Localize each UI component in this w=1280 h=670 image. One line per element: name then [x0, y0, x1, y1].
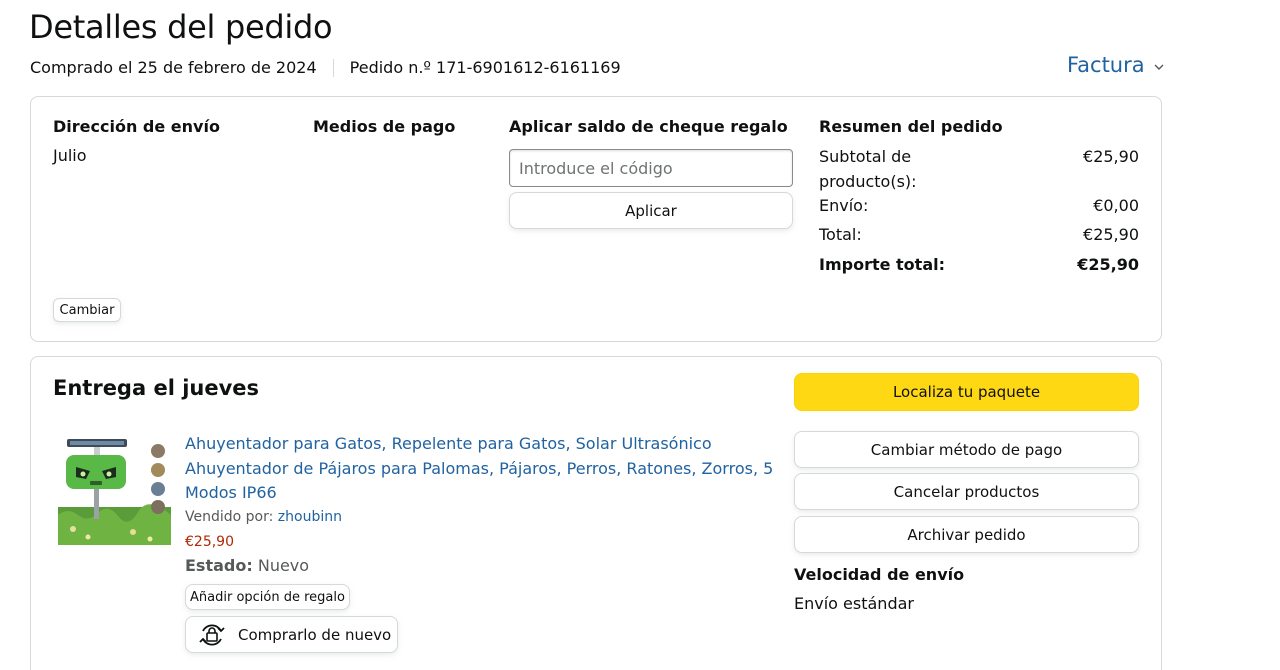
summary-value: €25,90 [1083, 225, 1139, 244]
shipping-speed-value: Envío estándar [794, 594, 914, 613]
product-price: €25,90 [185, 534, 234, 550]
summary-label: Envío: [819, 196, 869, 215]
shipping-name: Julio [53, 146, 87, 165]
summary-label: Importe total: [819, 255, 945, 274]
meta-divider [332, 58, 334, 77]
condition-value: Nuevo [257, 556, 310, 575]
delivery-title: Entrega el jueves [53, 376, 260, 400]
cancel-items-button[interactable]: Cancelar productos [794, 473, 1139, 510]
buy-again-label: Comprarlo de nuevo [238, 625, 392, 644]
page-title: Detalles del pedido [29, 8, 333, 46]
gift-card-heading: Aplicar saldo de cheque regalo [509, 117, 788, 136]
change-payment-button[interactable]: Cambiar método de pago [794, 431, 1139, 468]
summary-row-grand-total: Importe total: €25,90 [819, 252, 1139, 277]
sold-by: Vendido por: zhoubinn [185, 509, 342, 525]
invoice-dropdown[interactable]: Factura [1067, 53, 1164, 77]
condition-label: Estado: [185, 556, 253, 575]
order-number: Pedido n.º 171-6901612-6161169 [349, 58, 621, 77]
add-gift-option-button[interactable]: Añadir opción de regalo [185, 584, 350, 610]
summary-row-shipping: Envío: €0,00 [819, 193, 1139, 218]
shipping-speed-heading: Velocidad de envío [794, 565, 965, 584]
summary-value: €0,00 [1093, 196, 1139, 215]
product-image[interactable] [58, 437, 171, 545]
order-meta: Comprado el 25 de febrero de 2024 Pedido… [30, 58, 621, 77]
summary-value: €25,90 [1077, 255, 1139, 274]
summary-value: €25,90 [1083, 147, 1139, 166]
chevron-down-icon [1154, 60, 1164, 74]
track-package-button[interactable]: Localiza tu paquete [794, 373, 1139, 411]
summary-row-subtotal: Subtotal de producto(s): €25,90 [819, 144, 1139, 194]
summary-label: Subtotal de producto(s): [819, 147, 917, 191]
product-condition: Estado: Nuevo [185, 556, 309, 575]
sold-by-label: Vendido por: [185, 509, 274, 525]
order-summary-card: Dirección de envío Julio Cambiar Medios … [30, 96, 1162, 342]
archive-order-button[interactable]: Archivar pedido [794, 516, 1139, 553]
rebuy-icon [196, 620, 228, 650]
summary-label: Total: [819, 225, 862, 244]
shipping-address-heading: Dirección de envío [53, 117, 220, 136]
delivery-card: Entrega el jueves Ahuyentador para Gatos… [30, 356, 1162, 670]
gift-code-input[interactable] [509, 149, 793, 187]
summary-row-total: Total: €25,90 [819, 222, 1139, 247]
invoice-label: Factura [1067, 53, 1145, 77]
payment-methods-heading: Medios de pago [313, 117, 456, 136]
purchase-date: Comprado el 25 de febrero de 2024 [30, 58, 317, 77]
buy-again-button[interactable]: Comprarlo de nuevo [185, 616, 398, 653]
order-summary-heading: Resumen del pedido [819, 117, 1003, 136]
change-address-button[interactable]: Cambiar [53, 298, 121, 322]
product-title-link[interactable]: Ahuyentador para Gatos, Repelente para G… [185, 432, 775, 506]
seller-link[interactable]: zhoubinn [278, 509, 342, 525]
apply-gift-button[interactable]: Aplicar [509, 192, 793, 229]
